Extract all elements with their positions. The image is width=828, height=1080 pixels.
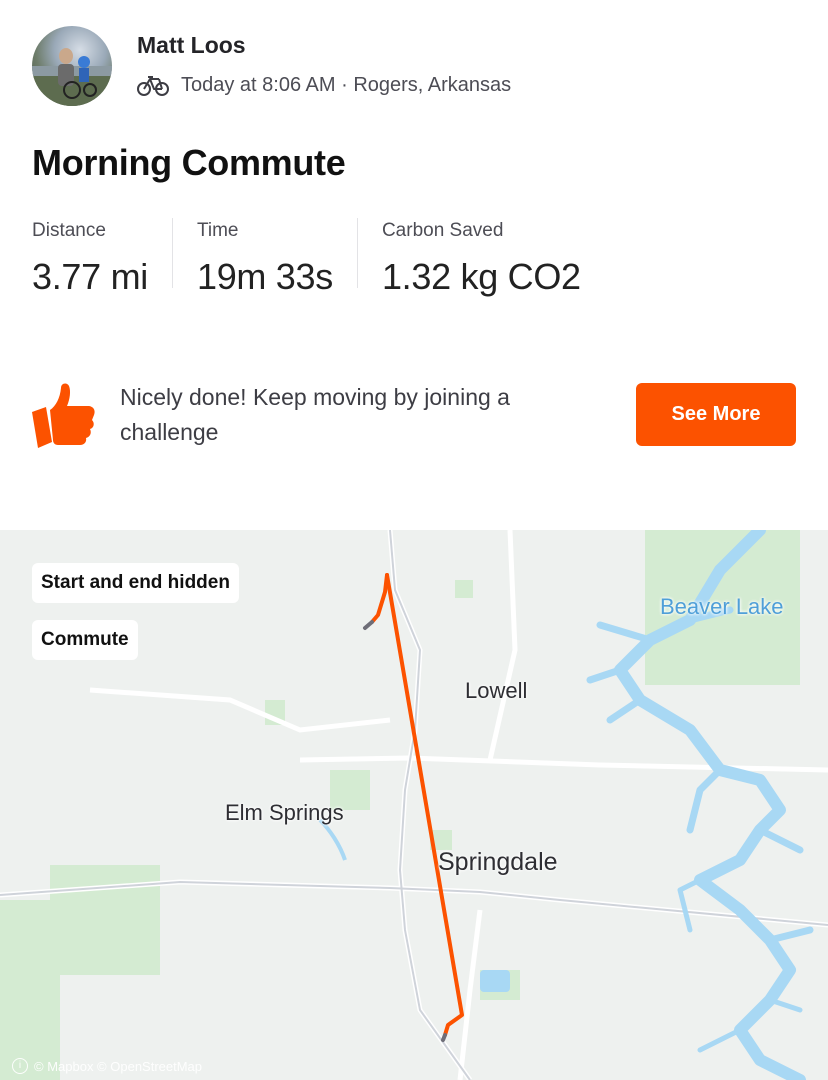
activity-title[interactable]: Morning Commute — [32, 142, 346, 184]
see-more-button[interactable]: See More — [636, 383, 796, 446]
stat-label: Distance — [32, 220, 106, 241]
privacy-tag: Start and end hidden — [32, 563, 239, 603]
challenge-promo: Nicely done! Keep moving by joining a ch… — [30, 378, 798, 458]
info-icon[interactable]: i — [12, 1058, 28, 1074]
attribution-text: © Mapbox © OpenStreetMap — [34, 1058, 203, 1074]
place-label-springdale: Springdale — [438, 848, 558, 876]
place-label-elm-springs: Elm Springs — [225, 800, 344, 825]
place-label-beaver-lake: Beaver Lake — [660, 594, 784, 619]
stat-distance: Distance 3.77 mi — [32, 218, 173, 297]
promo-text: Nicely done! Keep moving by joining a ch… — [120, 384, 510, 445]
route-map[interactable]: Start and end hidden Commute Lowell Elm … — [0, 530, 828, 1080]
activity-meta-text: Today at 8:06 AM · Rogers, Arkansas — [181, 74, 512, 96]
activity-header: Matt Loos Today at 8:06 AM · Rogers, Ark… — [32, 26, 792, 106]
stat-label: Carbon Saved — [381, 220, 504, 241]
athlete-name[interactable]: Matt Loos — [137, 32, 246, 59]
stat-carbon-saved: Carbon Saved 1.32 kg CO2 — [381, 218, 605, 297]
thumbs-up-icon — [30, 382, 96, 448]
place-label-lowell: Lowell — [465, 678, 528, 703]
stat-value: 1.32 kg CO2 — [381, 256, 581, 297]
map-attribution[interactable]: i © Mapbox © OpenStreetMap — [12, 1058, 202, 1074]
stat-label: Time — [196, 220, 239, 241]
activity-meta: Today at 8:06 AM · Rogers, Arkansas — [137, 74, 511, 97]
stat-time: Time 19m 33s — [196, 218, 358, 297]
stats-row: Distance 3.77 mi Time 19m 33s Carbon Sav… — [32, 218, 629, 297]
stat-value: 19m 33s — [196, 256, 333, 297]
bike-icon — [137, 75, 169, 97]
stat-value: 3.77 mi — [32, 256, 148, 297]
avatar[interactable] — [32, 26, 112, 106]
commute-tag: Commute — [32, 620, 138, 660]
